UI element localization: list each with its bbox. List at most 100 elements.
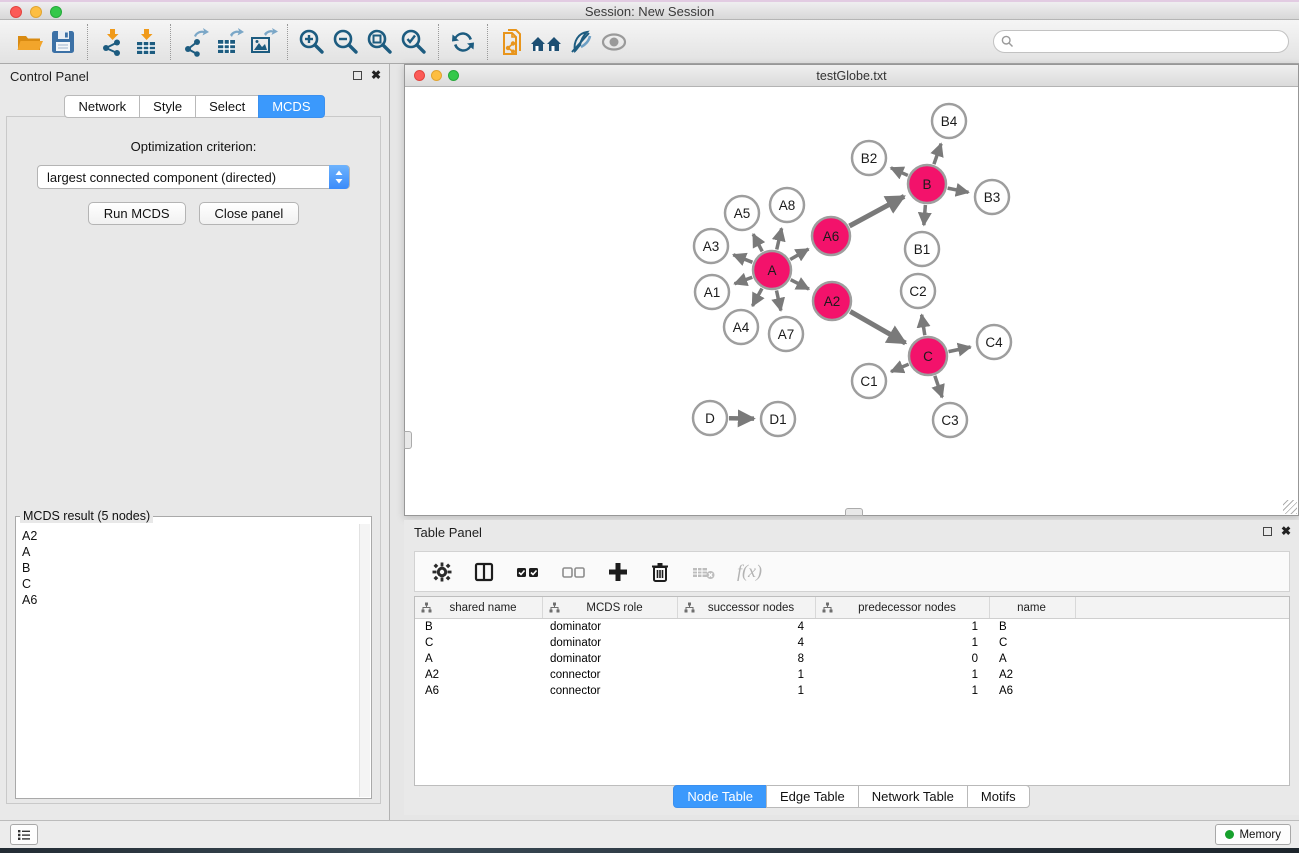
- graph-node-B1[interactable]: B1: [905, 232, 939, 266]
- table-row[interactable]: Adominator80A: [415, 651, 1289, 667]
- graph-node-A2[interactable]: A2: [813, 282, 851, 320]
- result-scrollbar[interactable]: [359, 524, 370, 797]
- resize-grip-icon[interactable]: [1283, 500, 1297, 514]
- function-builder-icon[interactable]: f(x): [737, 561, 762, 582]
- zoom-out-icon[interactable]: [329, 25, 363, 59]
- graph-edge-A-A5[interactable]: [753, 234, 762, 251]
- memory-button[interactable]: Memory: [1215, 824, 1291, 845]
- refresh-icon[interactable]: [446, 25, 480, 59]
- graph-node-D1[interactable]: D1: [761, 402, 795, 436]
- graph-node-A6[interactable]: A6: [812, 217, 850, 255]
- float-table-panel-icon[interactable]: [1263, 527, 1272, 536]
- run-mcds-button[interactable]: Run MCDS: [88, 202, 186, 225]
- network-window-titlebar[interactable]: testGlobe.txt: [405, 65, 1298, 87]
- column-header-mcds-role[interactable]: MCDS role: [543, 597, 678, 618]
- column-header-shared-name[interactable]: shared name: [415, 597, 543, 618]
- graph-edge-A2-C[interactable]: [850, 311, 905, 343]
- bottom-grip-icon[interactable]: [845, 508, 863, 516]
- tab-node-table[interactable]: Node Table: [673, 785, 767, 808]
- style-visibility-icon[interactable]: [563, 25, 597, 59]
- graph-node-A8[interactable]: A8: [770, 188, 804, 222]
- import-network-icon[interactable]: [95, 25, 129, 59]
- graph-node-C1[interactable]: C1: [852, 364, 886, 398]
- graph-node-A1[interactable]: A1: [695, 275, 729, 309]
- search-input[interactable]: [1018, 35, 1288, 49]
- graph-node-B4[interactable]: B4: [932, 104, 966, 138]
- mcds-result-list[interactable]: A2ABCA6: [17, 525, 358, 797]
- close-table-panel-icon[interactable]: ✖: [1281, 526, 1291, 536]
- tab-network-table[interactable]: Network Table: [858, 785, 968, 808]
- left-grip-icon[interactable]: [404, 431, 412, 449]
- export-network-icon[interactable]: [178, 25, 212, 59]
- close-panel-button[interactable]: Close panel: [199, 202, 300, 225]
- result-item[interactable]: A: [22, 544, 358, 560]
- table-row[interactable]: A6connector11A6: [415, 683, 1289, 699]
- result-item[interactable]: B: [22, 560, 358, 576]
- add-row-icon[interactable]: [607, 561, 629, 583]
- graph-edge-B-B1[interactable]: [924, 205, 926, 225]
- clear-table-icon[interactable]: [691, 561, 717, 583]
- graph-edge-A-A1[interactable]: [735, 277, 753, 284]
- graph-edge-C-C2[interactable]: [922, 315, 925, 336]
- select-all-icon[interactable]: [515, 561, 541, 583]
- graph-edge-A6-B[interactable]: [849, 196, 904, 226]
- graph-node-C[interactable]: C: [909, 337, 947, 375]
- close-panel-icon[interactable]: ✖: [371, 70, 381, 80]
- graph-edge-A-A2[interactable]: [791, 280, 809, 289]
- graph-edge-A-A7[interactable]: [776, 291, 780, 311]
- tab-motifs[interactable]: Motifs: [967, 785, 1030, 808]
- show-columns-icon[interactable]: [473, 561, 495, 583]
- task-history-button[interactable]: [10, 824, 38, 845]
- network-canvas[interactable]: B4B2BB3B1A5A8A6A3AA1A2C2A4A7CC4C1C3DD1: [405, 87, 1298, 515]
- graph-node-B[interactable]: B: [908, 165, 946, 203]
- import-table-icon[interactable]: [129, 25, 163, 59]
- tab-mcds[interactable]: MCDS: [258, 95, 324, 118]
- tab-edge-table[interactable]: Edge Table: [766, 785, 859, 808]
- graph-node-A7[interactable]: A7: [769, 317, 803, 351]
- open-session-icon[interactable]: [12, 25, 46, 59]
- result-item[interactable]: A2: [22, 528, 358, 544]
- graph-node-D[interactable]: D: [693, 401, 727, 435]
- float-panel-icon[interactable]: [353, 71, 362, 80]
- graph-edge-C-C4[interactable]: [949, 347, 971, 352]
- show-hide-icon[interactable]: [597, 25, 631, 59]
- export-table-icon[interactable]: [212, 25, 246, 59]
- table-row[interactable]: Bdominator41B: [415, 619, 1289, 635]
- deselect-all-icon[interactable]: [561, 561, 587, 583]
- result-item[interactable]: C: [22, 576, 358, 592]
- graph-edge-B-B3[interactable]: [948, 188, 969, 192]
- result-item[interactable]: A6: [22, 592, 358, 608]
- graph-node-C4[interactable]: C4: [977, 325, 1011, 359]
- table-row[interactable]: A2connector11A2: [415, 667, 1289, 683]
- graph-node-B2[interactable]: B2: [852, 141, 886, 175]
- tab-style[interactable]: Style: [139, 95, 196, 118]
- column-header-successor-nodes[interactable]: successor nodes: [678, 597, 816, 618]
- column-header-name[interactable]: name: [990, 597, 1076, 618]
- graph-node-A5[interactable]: A5: [725, 196, 759, 230]
- zoom-selected-icon[interactable]: [397, 25, 431, 59]
- graph-node-C3[interactable]: C3: [933, 403, 967, 437]
- delete-row-icon[interactable]: [649, 561, 671, 583]
- graph-edge-A-A6[interactable]: [790, 249, 808, 260]
- graph-edge-B-B4[interactable]: [934, 144, 941, 165]
- home-icon[interactable]: [529, 25, 563, 59]
- table-row[interactable]: Cdominator41C: [415, 635, 1289, 651]
- column-header-predecessor-nodes[interactable]: predecessor nodes: [816, 597, 990, 618]
- save-session-icon[interactable]: [46, 25, 80, 59]
- criterion-dropdown[interactable]: largest connected component (directed): [37, 165, 350, 189]
- graph-node-A3[interactable]: A3: [694, 229, 728, 263]
- network-from-selection-icon[interactable]: [495, 25, 529, 59]
- graph-node-C2[interactable]: C2: [901, 274, 935, 308]
- tab-network[interactable]: Network: [64, 95, 140, 118]
- graph-edge-C-C3[interactable]: [935, 376, 942, 397]
- zoom-fit-icon[interactable]: [363, 25, 397, 59]
- graph-edge-A-A3[interactable]: [733, 255, 752, 263]
- graph-node-A[interactable]: A: [753, 251, 791, 289]
- graph-node-A4[interactable]: A4: [724, 310, 758, 344]
- table-settings-icon[interactable]: [431, 561, 453, 583]
- zoom-in-icon[interactable]: [295, 25, 329, 59]
- graph-edge-C-C1[interactable]: [891, 364, 909, 371]
- graph-edge-A-A4[interactable]: [752, 288, 762, 305]
- search-field[interactable]: [993, 30, 1289, 53]
- export-image-icon[interactable]: [246, 25, 280, 59]
